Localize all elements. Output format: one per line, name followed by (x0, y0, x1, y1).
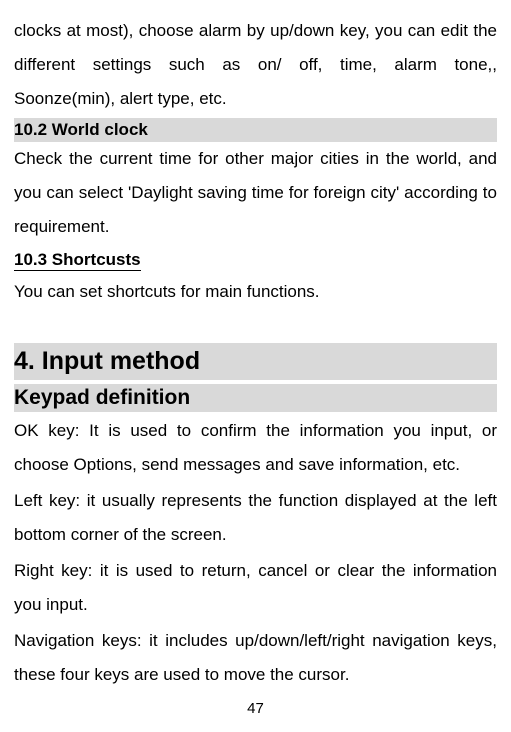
section-heading-shortcuts-text: 10.3 Shortcusts (14, 250, 141, 271)
paragraph-world-clock: Check the current time for other major c… (14, 142, 497, 244)
paragraph-shortcuts: You can set shortcuts for main functions… (14, 275, 497, 309)
section-heading-world-clock: 10.2 World clock (14, 118, 497, 142)
paragraph-ok-key: OK key: It is used to confirm the inform… (14, 414, 497, 482)
paragraph-nav-keys: Navigation keys: it includes up/down/lef… (14, 624, 497, 692)
paragraph-left-key: Left key: it usually represents the func… (14, 484, 497, 552)
page-number: 47 (14, 700, 497, 717)
paragraph-right-key: Right key: it is used to return, cancel … (14, 554, 497, 622)
document-page: clocks at most), choose alarm by up/down… (0, 0, 511, 717)
paragraph-alarm: clocks at most), choose alarm by up/down… (14, 14, 497, 116)
spacer (14, 311, 497, 325)
sub-heading-keypad-definition: Keypad definition (14, 384, 497, 412)
section-heading-shortcuts: 10.3 Shortcusts (14, 246, 497, 273)
chapter-heading-input-method: 4. Input method (14, 343, 497, 380)
